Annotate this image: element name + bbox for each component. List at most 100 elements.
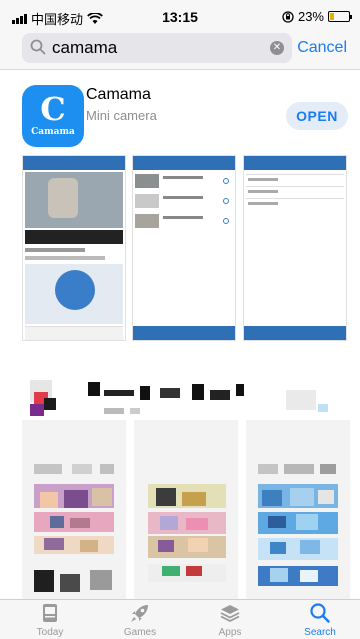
mosaic-block [186, 566, 202, 576]
mosaic-block [44, 538, 64, 550]
shot-toolbar [25, 326, 123, 340]
app-icon-letter: C [40, 90, 66, 128]
mosaic-block [40, 492, 58, 508]
list-line [248, 178, 278, 181]
app-name[interactable]: Camama [86, 86, 151, 104]
device-thumbnail [135, 174, 159, 188]
mosaic-block [140, 386, 150, 400]
mosaic-block [100, 464, 114, 474]
mosaic-block [156, 488, 176, 506]
tab-label: Search [304, 627, 336, 638]
screenshot-1[interactable] [22, 155, 126, 341]
shot-tabbar [244, 326, 346, 340]
tab-label: Apps [218, 627, 242, 638]
list-line [248, 190, 278, 193]
list-divider [246, 198, 344, 199]
screenshot-2[interactable] [132, 155, 236, 341]
mosaic-block [270, 542, 286, 554]
tab-games[interactable]: Games [104, 602, 176, 638]
mosaic-block [160, 388, 180, 398]
mosaic-block [290, 488, 314, 506]
microphone-button-icon [55, 270, 95, 310]
mosaic-block [296, 514, 318, 530]
today-icon [43, 604, 57, 622]
app-result[interactable]: C Camama Camama Mini camera OPEN [0, 70, 360, 150]
obscured-second-result [0, 360, 360, 600]
clear-icon[interactable]: ✕ [270, 41, 284, 55]
mosaic-block [70, 518, 90, 528]
tab-apps[interactable]: Apps [194, 602, 266, 638]
mosaic-block [104, 408, 124, 414]
mosaic-block [60, 574, 80, 592]
shot-header [23, 156, 125, 170]
mosaic-block [284, 464, 314, 474]
mosaic-block [80, 540, 98, 552]
mosaic-block [286, 390, 316, 410]
orientation-lock-icon [282, 10, 294, 23]
status-right: 23% [282, 9, 352, 24]
search-icon [30, 39, 46, 55]
mosaic-block [162, 566, 180, 576]
battery-icon [328, 11, 352, 22]
mosaic-block [104, 390, 134, 396]
mosaic-block [210, 390, 230, 400]
battery-percent: 23% [297, 9, 324, 24]
mosaic-block [270, 568, 288, 582]
shot-header [133, 156, 235, 170]
info-line [25, 256, 105, 260]
device-settings-icon [223, 198, 229, 204]
mosaic-block [34, 570, 54, 592]
mosaic-block [318, 404, 328, 412]
device-thumbnail [135, 214, 159, 228]
apps-layers-icon [220, 605, 240, 623]
mosaic-block [186, 518, 208, 530]
shot-header [244, 156, 346, 170]
search-input[interactable] [52, 36, 262, 60]
device-thumbnail [135, 194, 159, 208]
list-line [248, 202, 278, 205]
status-bar: 中国移动 13:15 23% [0, 0, 360, 32]
shot-tabbar [133, 326, 235, 340]
mosaic-block [50, 516, 64, 528]
device-name-line [163, 216, 203, 219]
cancel-button[interactable]: Cancel [297, 39, 347, 57]
mosaic-block [44, 398, 56, 410]
device-settings-icon [223, 218, 229, 224]
tab-today[interactable]: Today [14, 602, 86, 638]
app-icon[interactable]: C Camama [22, 85, 84, 147]
mosaic-block [258, 464, 278, 474]
open-button[interactable]: OPEN [286, 102, 348, 130]
camera-preview-detail [48, 178, 78, 218]
tab-label: Games [123, 627, 157, 638]
mosaic-block [130, 408, 140, 414]
device-name-line [163, 176, 203, 179]
mosaic-block [34, 464, 62, 474]
device-name-line [163, 196, 203, 199]
player-controls [25, 230, 123, 244]
mosaic-block [268, 516, 286, 528]
search-field[interactable]: ✕ [22, 33, 292, 63]
list-divider [246, 174, 344, 175]
tab-bar: Today Games Apps Search [0, 599, 360, 639]
tab-search[interactable]: Search [284, 602, 356, 638]
mosaic-block [88, 382, 100, 396]
app-icon-wordmark: Camama [31, 127, 75, 137]
battery-level-fill [330, 13, 334, 20]
mosaic-block [300, 540, 320, 554]
mosaic-block [192, 384, 204, 400]
mosaic-block [160, 516, 178, 530]
mosaic-block [236, 384, 244, 396]
mosaic-block [182, 492, 206, 506]
mosaic-block [262, 490, 282, 506]
screenshot-3[interactable] [243, 155, 347, 341]
list-divider [246, 186, 344, 187]
mosaic-block [92, 488, 112, 506]
screenshot-carousel[interactable] [0, 153, 360, 343]
mosaic-block [30, 404, 44, 416]
mosaic-block [64, 490, 88, 508]
rocket-icon [131, 605, 148, 622]
info-line [25, 248, 85, 252]
mosaic-block [300, 570, 318, 582]
mosaic-block [188, 538, 208, 552]
search-icon [310, 603, 330, 623]
